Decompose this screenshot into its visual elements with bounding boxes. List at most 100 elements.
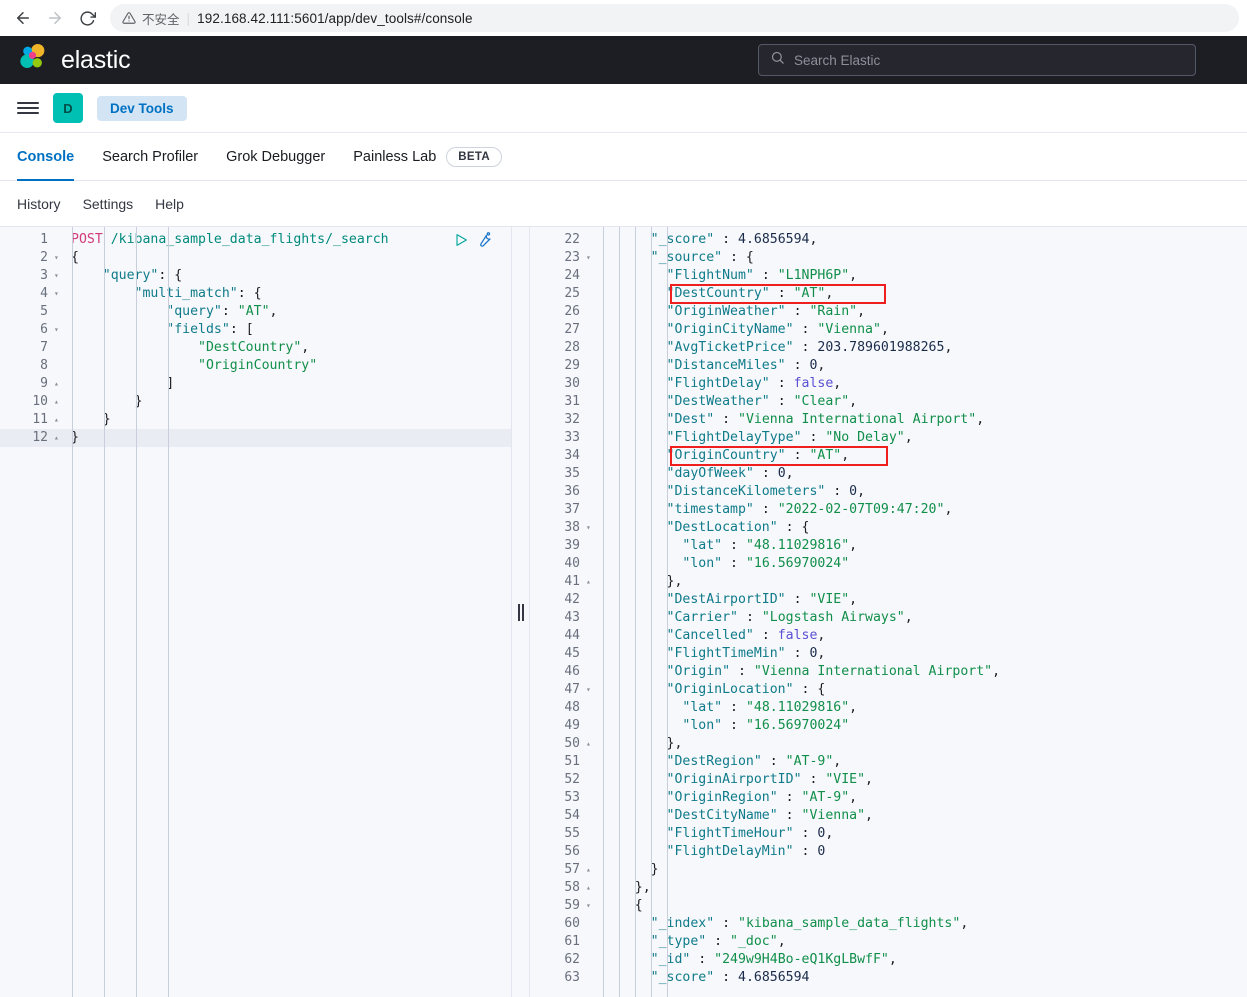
code-line[interactable]: 62 "_id" : "249w9H4Bo-eQ1KgLBwfF", bbox=[530, 951, 1247, 969]
line-number: 30 bbox=[564, 376, 580, 391]
fold-toggle-icon[interactable]: ▾ bbox=[584, 897, 597, 915]
code-line[interactable]: 9 ▴ ] bbox=[0, 375, 511, 393]
address-bar[interactable]: 不安全 | 192.168.42.111:5601/app/dev_tools#… bbox=[110, 4, 1239, 32]
code-line[interactable]: 3 ▾ "query": { bbox=[0, 267, 511, 285]
tab-grok-debugger[interactable]: Grok Debugger bbox=[212, 133, 339, 180]
code-line[interactable]: 46 "Origin" : "Vienna International Airp… bbox=[530, 663, 1247, 681]
code-line[interactable]: 38 ▾ "DestLocation" : { bbox=[530, 519, 1247, 537]
code-line[interactable]: 35 "dayOfWeek" : 0, bbox=[530, 465, 1247, 483]
tab-console[interactable]: Console bbox=[17, 133, 88, 181]
fold-toggle-icon[interactable]: ▴ bbox=[584, 879, 597, 897]
code-line[interactable]: 48 "lat" : "48.11029816", bbox=[530, 699, 1247, 717]
code-line[interactable]: 8 "OriginCountry" bbox=[0, 357, 511, 375]
fold-toggle-icon[interactable]: ▴ bbox=[52, 411, 65, 429]
code-line[interactable]: 44 "Cancelled" : false, bbox=[530, 627, 1247, 645]
breadcrumb-item-dev-tools[interactable]: Dev Tools bbox=[97, 95, 187, 121]
fold-toggle-icon[interactable]: ▾ bbox=[584, 681, 597, 699]
code-line[interactable]: 39 "lat" : "48.11029816", bbox=[530, 537, 1247, 555]
code-line[interactable]: 58 ▴ }, bbox=[530, 879, 1247, 897]
code-line[interactable]: 26 "OriginWeather" : "Rain", bbox=[530, 303, 1247, 321]
fold-toggle-icon[interactable]: ▴ bbox=[52, 429, 65, 447]
code-line[interactable]: 60 "_index" : "kibana_sample_data_flight… bbox=[530, 915, 1247, 933]
code-line[interactable]: 24 "FlightNum" : "L1NPH6P", bbox=[530, 267, 1247, 285]
code-line[interactable]: 27 "OriginCityName" : "Vienna", bbox=[530, 321, 1247, 339]
request-editor[interactable]: 1 POST /kibana_sample_data_flights/_searc… bbox=[0, 227, 512, 997]
code-line[interactable]: 32 "Dest" : "Vienna International Airpor… bbox=[530, 411, 1247, 429]
brand-logo[interactable]: elastic bbox=[16, 41, 131, 80]
pane-splitter[interactable] bbox=[512, 227, 530, 997]
code-line[interactable]: 45 "FlightTimeMin" : 0, bbox=[530, 645, 1247, 663]
subnav-item-settings[interactable]: Settings bbox=[83, 196, 134, 212]
fold-toggle-icon[interactable]: ▴ bbox=[52, 393, 65, 411]
response-output[interactable]: 22 "_score" : 4.6856594, 23 ▾ "_source" : … bbox=[530, 227, 1247, 997]
fold-toggle-icon[interactable]: ▴ bbox=[52, 375, 65, 393]
avatar[interactable]: D bbox=[53, 93, 83, 123]
wrench-settings-icon[interactable] bbox=[476, 231, 493, 253]
search-input[interactable]: Search Elastic bbox=[758, 44, 1196, 76]
code-line[interactable]: 36 "DistanceKilometers" : 0, bbox=[530, 483, 1247, 501]
reload-icon[interactable] bbox=[72, 3, 102, 33]
code-text: "timestamp" : "2022-02-07T09:47:20", bbox=[666, 502, 953, 517]
code-line[interactable]: 61 "_type" : "_doc", bbox=[530, 933, 1247, 951]
code-line[interactable]: 52 "OriginAirportID" : "VIE", bbox=[530, 771, 1247, 789]
forward-arrow-icon[interactable] bbox=[40, 3, 70, 33]
code-line[interactable]: 43 "Carrier" : "Logstash Airways", bbox=[530, 609, 1247, 627]
subnav-item-history[interactable]: History bbox=[17, 196, 61, 212]
code-text: "FlightNum" : "L1NPH6P", bbox=[666, 268, 858, 283]
code-line[interactable]: 12 ▴} bbox=[0, 429, 511, 447]
back-arrow-icon[interactable] bbox=[8, 3, 38, 33]
fold-toggle-icon[interactable]: ▴ bbox=[584, 573, 597, 591]
code-line[interactable]: 42 "DestAirportID" : "VIE", bbox=[530, 591, 1247, 609]
tab-label: Grok Debugger bbox=[226, 148, 326, 165]
code-line[interactable]: 40 "lon" : "16.56970024" bbox=[530, 555, 1247, 573]
subnav-item-help[interactable]: Help bbox=[155, 196, 184, 212]
line-number: 27 bbox=[564, 322, 580, 337]
code-line[interactable]: 10 ▴ } bbox=[0, 393, 511, 411]
code-line[interactable]: 54 "DestCityName" : "Vienna", bbox=[530, 807, 1247, 825]
fold-toggle-icon[interactable]: ▾ bbox=[52, 267, 65, 285]
code-line[interactable]: 34 "OriginCountry" : "AT", bbox=[530, 447, 1247, 465]
code-line[interactable]: 6 ▾ "fields": [ bbox=[0, 321, 511, 339]
code-line[interactable]: 37 "timestamp" : "2022-02-07T09:47:20", bbox=[530, 501, 1247, 519]
code-line[interactable]: 30 "FlightDelay" : false, bbox=[530, 375, 1247, 393]
code-line[interactable]: 28 "AvgTicketPrice" : 203.789601988265, bbox=[530, 339, 1247, 357]
code-line[interactable]: 56 "FlightDelayMin" : 0 bbox=[530, 843, 1247, 861]
code-line[interactable]: 53 "OriginRegion" : "AT-9", bbox=[530, 789, 1247, 807]
code-line[interactable]: 31 "DestWeather" : "Clear", bbox=[530, 393, 1247, 411]
code-line[interactable]: 2 ▾ { bbox=[0, 249, 511, 267]
fold-toggle-icon[interactable]: ▾ bbox=[52, 285, 65, 303]
fold-toggle-icon[interactable]: ▾ bbox=[584, 519, 597, 537]
tab-search-profiler[interactable]: Search Profiler bbox=[88, 133, 212, 180]
elastic-global-header: elastic Search Elastic bbox=[0, 36, 1247, 84]
hamburger-menu-icon[interactable] bbox=[17, 102, 39, 114]
code-line[interactable]: 1 POST /kibana_sample_data_flights/_searc… bbox=[0, 231, 511, 249]
code-line[interactable]: 55 "FlightTimeHour" : 0, bbox=[530, 825, 1247, 843]
code-line[interactable]: 57 ▴ } bbox=[530, 861, 1247, 879]
code-line[interactable]: 5 "query": "AT", bbox=[0, 303, 511, 321]
code-line[interactable]: 41 ▴ }, bbox=[530, 573, 1247, 591]
status-badge: BETA bbox=[446, 146, 502, 167]
fold-toggle-icon[interactable]: ▾ bbox=[584, 249, 597, 267]
code-line[interactable]: 50 ▴ }, bbox=[530, 735, 1247, 753]
code-line[interactable]: 33 "FlightDelayType" : "No Delay", bbox=[530, 429, 1247, 447]
code-line[interactable]: 23 ▾ "_source" : { bbox=[530, 249, 1247, 267]
line-number: 58 bbox=[564, 880, 580, 895]
code-line[interactable]: 49 "lon" : "16.56970024" bbox=[530, 717, 1247, 735]
code-line[interactable]: 25 "DestCountry" : "AT", bbox=[530, 285, 1247, 303]
code-line[interactable]: 11 ▴ } bbox=[0, 411, 511, 429]
fold-toggle-icon[interactable]: ▾ bbox=[52, 321, 65, 339]
code-line[interactable]: 7 "DestCountry", bbox=[0, 339, 511, 357]
code-line[interactable]: 47 ▾ "OriginLocation" : { bbox=[530, 681, 1247, 699]
code-line[interactable]: 63 "_score" : 4.6856594 bbox=[530, 969, 1247, 987]
not-secure-warning-icon[interactable]: 不安全 bbox=[122, 9, 180, 28]
fold-toggle-icon[interactable]: ▾ bbox=[52, 249, 65, 267]
fold-toggle-icon[interactable]: ▴ bbox=[584, 861, 597, 879]
code-line[interactable]: 22 "_score" : 4.6856594, bbox=[530, 231, 1247, 249]
tab-painless-lab[interactable]: Painless Lab BETA bbox=[339, 133, 516, 180]
code-line[interactable]: 29 "DistanceMiles" : 0, bbox=[530, 357, 1247, 375]
play-request-icon[interactable] bbox=[453, 232, 469, 253]
code-line[interactable]: 51 "DestRegion" : "AT-9", bbox=[530, 753, 1247, 771]
code-line[interactable]: 4 ▾ "multi_match": { bbox=[0, 285, 511, 303]
code-line[interactable]: 59 ▾ { bbox=[530, 897, 1247, 915]
fold-toggle-icon[interactable]: ▴ bbox=[584, 735, 597, 753]
